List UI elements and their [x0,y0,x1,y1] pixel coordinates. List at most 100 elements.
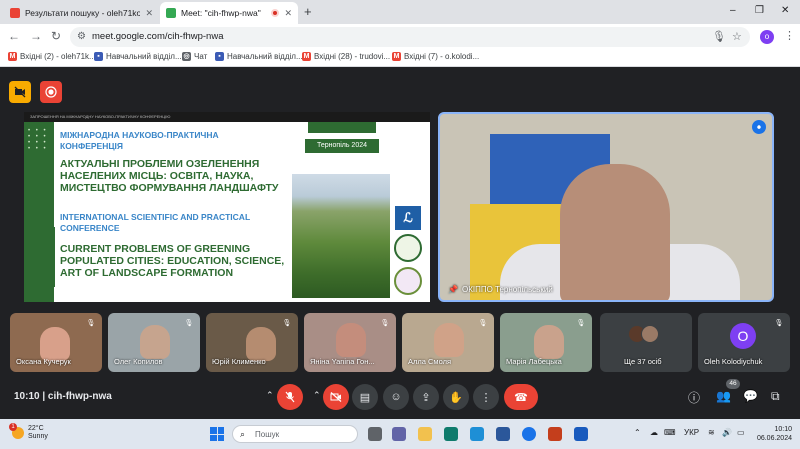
bookmark-item[interactable]: M Вхідні (7) - o.kolodi... [392,52,479,61]
society-seal [394,234,422,262]
participant-tile[interactable]: 🎙 Алла Смоля [402,313,494,372]
chevron-up-icon[interactable]: ⌃ [313,390,321,401]
participant-tile[interactable]: 🎙 Олег Копилов [108,313,200,372]
meet-stage: ЗАПРОШЕННЯ НА МІЖНАРОДНУ НАУКОВО-ПРАКТИЧ… [0,67,800,419]
file-explorer-icon[interactable] [418,427,432,441]
dot-pattern: • • • • • • • • • • • • [28,128,48,152]
chrome-icon[interactable] [522,427,536,441]
weather-widget[interactable]: 1 22°C Sunny [9,423,48,441]
active-speaker-tile[interactable]: ⦁ 📌 ОКІППО Тернопільський [438,112,774,302]
raise-hand-button[interactable]: ✋ [443,384,469,410]
captions-button[interactable]: ▤ [352,384,378,410]
mic-off-icon: 🎙 [774,320,784,327]
people-icon[interactable]: 👥 [716,389,731,403]
task-view-icon[interactable] [368,427,382,441]
speaker-head [560,164,670,300]
minimize-button[interactable]: – [730,5,736,16]
notification-badge: 1 [9,423,17,431]
back-icon[interactable]: ← [8,30,20,42]
activities-icon[interactable]: ⧉ [771,389,780,404]
recording-icon[interactable] [40,81,62,103]
forward-icon[interactable]: → [30,30,42,42]
wifi-icon[interactable]: ≋ [708,428,715,437]
word-icon[interactable] [574,427,588,441]
microphone-toggle-button[interactable] [277,384,303,410]
volume-icon[interactable]: 🔊 [722,428,732,437]
menu-icon[interactable]: ⋮ [784,29,795,42]
sun-icon: 1 [9,423,24,439]
cloud-icon[interactable]: ☁ [650,428,658,437]
address-bar[interactable]: ⚙ meet.google.com/cih-fhwp-nwa 🎙 ☆ [70,27,750,47]
profile-avatar[interactable]: o [760,30,774,44]
bookmark-star-icon[interactable]: ☆ [732,30,742,43]
chevron-up-icon[interactable]: ⌃ [634,428,641,437]
participant-tile[interactable]: O 🎙 Oleh Kolodiychuk [698,313,790,372]
participant-tile[interactable]: 🎙 Оксана Кучерук [10,313,102,372]
document-icon: ▪ [215,52,224,61]
mic-off-icon: 🎙 [86,320,96,327]
participant-tile[interactable]: 🎙 Марія Лабецька [500,313,592,372]
maximize-button[interactable]: ❐ [755,5,764,16]
chat-icon[interactable]: 💬 [743,389,758,403]
meeting-info-icon[interactable]: ⓘ [688,389,700,406]
tab-title: Результати пошуку - oleh71ko [25,8,141,18]
more-participants-tile[interactable]: Ще 37 осіб [600,313,692,372]
windows-start-icon[interactable] [210,427,224,441]
reactions-button[interactable]: ☺ [383,384,409,410]
participant-tile[interactable]: 🎙 Яніна Yanina Гон... [304,313,396,372]
reload-icon[interactable]: ↻ [51,30,61,42]
word-icon[interactable] [496,427,510,441]
search-icon: ⌕ [240,429,246,439]
close-icon[interactable]: ✕ [284,8,292,19]
institute-seal [394,267,422,295]
participant-tile[interactable]: 🎙 Юрій Клименко [206,313,298,372]
bookmark-label: Навчальний відділ... [106,52,182,61]
more-options-button[interactable]: ⋮ [473,384,499,410]
microphone-icon[interactable]: 🎙 [712,30,726,43]
new-tab-button[interactable]: + [304,4,312,19]
site-info-icon[interactable]: ⚙ [77,31,86,42]
bookmark-item[interactable]: ▪ Навчальний відділ... [215,52,303,61]
clock-time: 10:10 [774,426,792,433]
system-clock[interactable]: 10:10 06.06.2024 [752,425,792,443]
camera-off-icon [330,392,342,402]
university-logo: ℒ [395,206,421,230]
gmail-icon: M [302,52,311,61]
close-window-button[interactable]: ✕ [781,5,789,16]
presentation-slide[interactable]: ЗАПРОШЕННЯ НА МІЖНАРОДНУ НАУКОВО-ПРАКТИЧ… [24,112,430,302]
participant-video [434,323,464,357]
battery-icon[interactable]: ▭ [737,428,745,437]
bookmark-item[interactable]: M Вхідні (28) - trudovi... [302,52,390,61]
search-placeholder: Пошук [255,430,280,439]
tab-search-results[interactable]: Результати пошуку - oleh71ko ✕ [4,2,159,24]
pin-icon[interactable]: 📌 [448,285,458,294]
powerpoint-icon[interactable] [548,427,562,441]
present-screen-button[interactable]: ⇪ [413,384,439,410]
slide-side-panel: • • • • • • • • • • • • [24,122,54,302]
clock-date: 06.06.2024 [756,435,792,442]
participant-name: Марія Лабецька [506,357,562,366]
network-icon[interactable]: ⌨ [664,428,676,437]
gmail-icon: M [392,52,401,61]
leave-call-button[interactable]: ☎ [504,384,538,410]
chevron-up-icon[interactable]: ⌃ [266,390,274,401]
camera-off-indicator-icon[interactable] [9,81,31,103]
tab-title: Meet: "cih-fhwp-nwa" [181,8,261,18]
teams-icon[interactable] [392,427,406,441]
phone-hangup-icon: ☎ [514,391,528,404]
input-language[interactable]: УКР [684,428,699,437]
chat-icon: ◎ [182,52,191,61]
camera-toggle-button[interactable] [323,384,349,410]
bookmark-item[interactable]: ◎ Чат [182,52,207,61]
tab-meet[interactable]: Meet: "cih-fhwp-nwa" ✕ [160,2,298,24]
bookmark-item[interactable]: M Вхідні (2) - oleh71k... [8,52,96,61]
close-icon[interactable]: ✕ [145,8,153,19]
store-icon[interactable] [444,427,458,441]
edge-icon[interactable] [470,427,484,441]
taskbar-search-box[interactable]: ⌕ Пошук [232,425,358,443]
slide-ua-title: АКТУАЛЬНІ ПРОБЛЕМИ ОЗЕЛЕНЕННЯ НАСЕЛЕНИХ … [60,158,279,194]
url-text[interactable]: meet.google.com/cih-fhwp-nwa [92,31,223,42]
avatar [641,325,659,343]
more-vert-icon: ⋮ [480,391,492,404]
bookmark-item[interactable]: ▪ Навчальний відділ... [94,52,182,61]
